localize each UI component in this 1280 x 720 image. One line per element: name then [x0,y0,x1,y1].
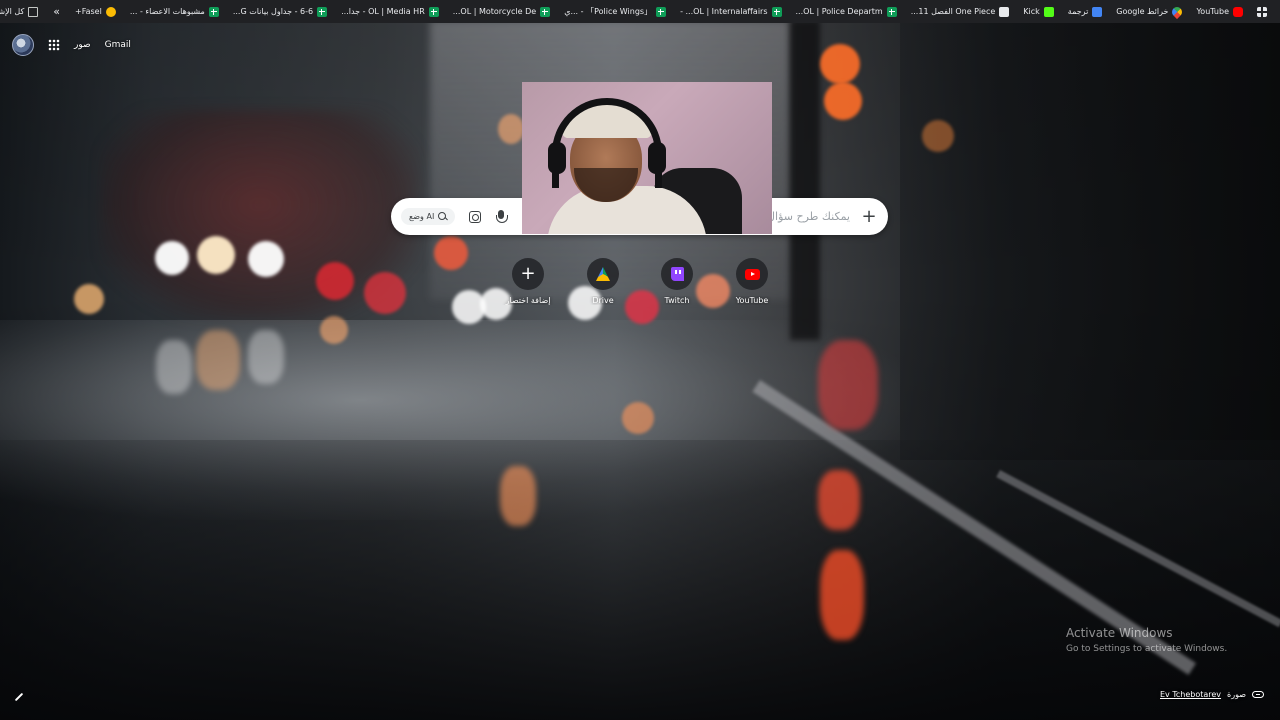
bookmark-item[interactable]: خرائط Google [1109,0,1189,23]
activate-windows-watermark: Activate Windows Go to Settings to activ… [1066,626,1227,654]
profile-avatar[interactable] [12,34,34,56]
bookmark-item[interactable]: OL | Motorcycle De... [446,0,557,23]
more-bookmarks-button[interactable]: » [45,5,68,18]
shortcut-tile [661,258,693,290]
fasel-icon [105,6,116,17]
pencil-icon[interactable] [14,692,24,702]
sheet-icon [656,6,667,17]
bookmark-label: One Piece الفصل 11... [910,7,996,16]
ai-search-icon [438,212,447,221]
gmail-link[interactable]: Gmail [105,40,131,50]
bookmark-item[interactable]: ترجمة [1061,0,1110,23]
shortcuts-row: + إضافة اختصار Drive Twitch YouTube [500,258,780,314]
shortcut-drive[interactable]: Drive [575,258,631,305]
bookmark-label: OL | Media HR - جدا... [341,7,425,16]
bookmark-label: OL | Motorcycle De... [452,7,537,16]
folder-icon [28,6,39,17]
shortcut-tile [736,258,768,290]
sheet-icon [317,6,328,17]
bookmark-label: Kick [1023,7,1040,16]
sheet-icon [886,6,897,17]
shortcut-tile: + [512,258,544,290]
bookmark-label: خرائط Google [1116,7,1169,16]
bookmark-label: ترجمة [1067,7,1089,16]
shortcut-youtube[interactable]: YouTube [724,258,780,305]
all-bookmarks-button[interactable]: كل الإشارات المرجعية [0,0,45,23]
ai-mode-label: وضع AI [409,212,435,221]
sheet-icon [771,6,782,17]
youtube-icon [744,268,760,280]
voice-search-icon[interactable] [495,209,509,224]
bookmark-item[interactable]: OL | Internalaffairs... - [673,0,788,23]
bookmarks-bar: YouTube خرائط Google ترجمة Kick One Piec… [0,0,1280,23]
new-tab-page: YouTube خرائط Google ترجمة Kick One Piec… [0,0,1280,720]
shortcut-tile [587,258,619,290]
apps-icon [1257,6,1267,17]
drive-icon [596,267,610,281]
bookmark-label: YouTube [1196,7,1229,16]
plus-icon[interactable]: + [860,207,878,226]
bookmark-item[interactable]: 「Police Wings」 - ...ي [557,0,673,23]
bookmark-item[interactable]: Kick [1016,0,1061,23]
bookmark-label: مشبوهات الاعضاء - ... [129,7,205,16]
webcam-overlay [522,82,772,234]
watermark-title: Activate Windows [1066,626,1173,640]
shortcut-label: Drive [592,296,614,305]
bookmark-item[interactable]: OL | Police Departm... [789,0,904,23]
shortcut-add[interactable]: + إضافة اختصار [500,258,556,305]
credit-prefix: صورة [1227,690,1247,699]
bookmark-item[interactable]: One Piece الفصل 11... [904,0,1017,23]
shortcut-label: YouTube [735,296,769,305]
bookmark-label: 6-6 - جداول بيانات G... [232,7,314,16]
photo-credit[interactable]: صورة Ev Tchebotarev [1160,690,1265,699]
translate-icon [1092,6,1103,17]
top-left-links: صور Gmail [12,34,131,56]
bookmark-item[interactable]: Fasel+ [68,0,123,23]
sheet-icon [428,6,439,17]
ai-mode-button[interactable]: وضع AI [401,208,456,225]
bookmark-item[interactable]: مشبوهات الاعضاء - ... [123,0,226,23]
credit-name[interactable]: Ev Tchebotarev [1160,690,1221,699]
link-icon [1252,691,1265,698]
images-link[interactable]: صور [74,40,91,50]
bookmark-label: OL | Police Departm... [795,7,883,16]
shortcut-label: Twitch [664,296,690,305]
bookmark-label: Fasel+ [75,7,102,16]
onepiece-icon [999,6,1010,17]
shortcut-twitch[interactable]: Twitch [649,258,705,305]
apps-shortcut[interactable] [1250,0,1274,23]
plus-icon: + [520,263,536,284]
all-bookmarks-label: كل الإشارات المرجعية [0,7,25,16]
sheet-icon [540,6,551,17]
youtube-icon [1233,6,1243,17]
bookmark-label: OL | Internalaffairs... - [680,7,768,16]
bookmark-item[interactable]: 6-6 - جداول بيانات G... [226,0,334,23]
sheet-icon [208,6,219,17]
twitch-icon [670,267,684,281]
kick-icon [1043,6,1054,17]
bookmark-item[interactable]: YouTube [1189,0,1250,23]
google-apps-icon[interactable] [48,39,60,51]
google-lens-icon[interactable] [469,210,482,223]
maps-icon [1170,4,1185,19]
watermark-subtitle: Go to Settings to activate Windows. [1066,644,1228,654]
bookmark-item[interactable]: OL | Media HR - جدا... [334,0,446,23]
bookmark-label: 「Police Wings」 - ...ي [564,7,653,16]
shortcut-label: إضافة اختصار [505,296,551,305]
